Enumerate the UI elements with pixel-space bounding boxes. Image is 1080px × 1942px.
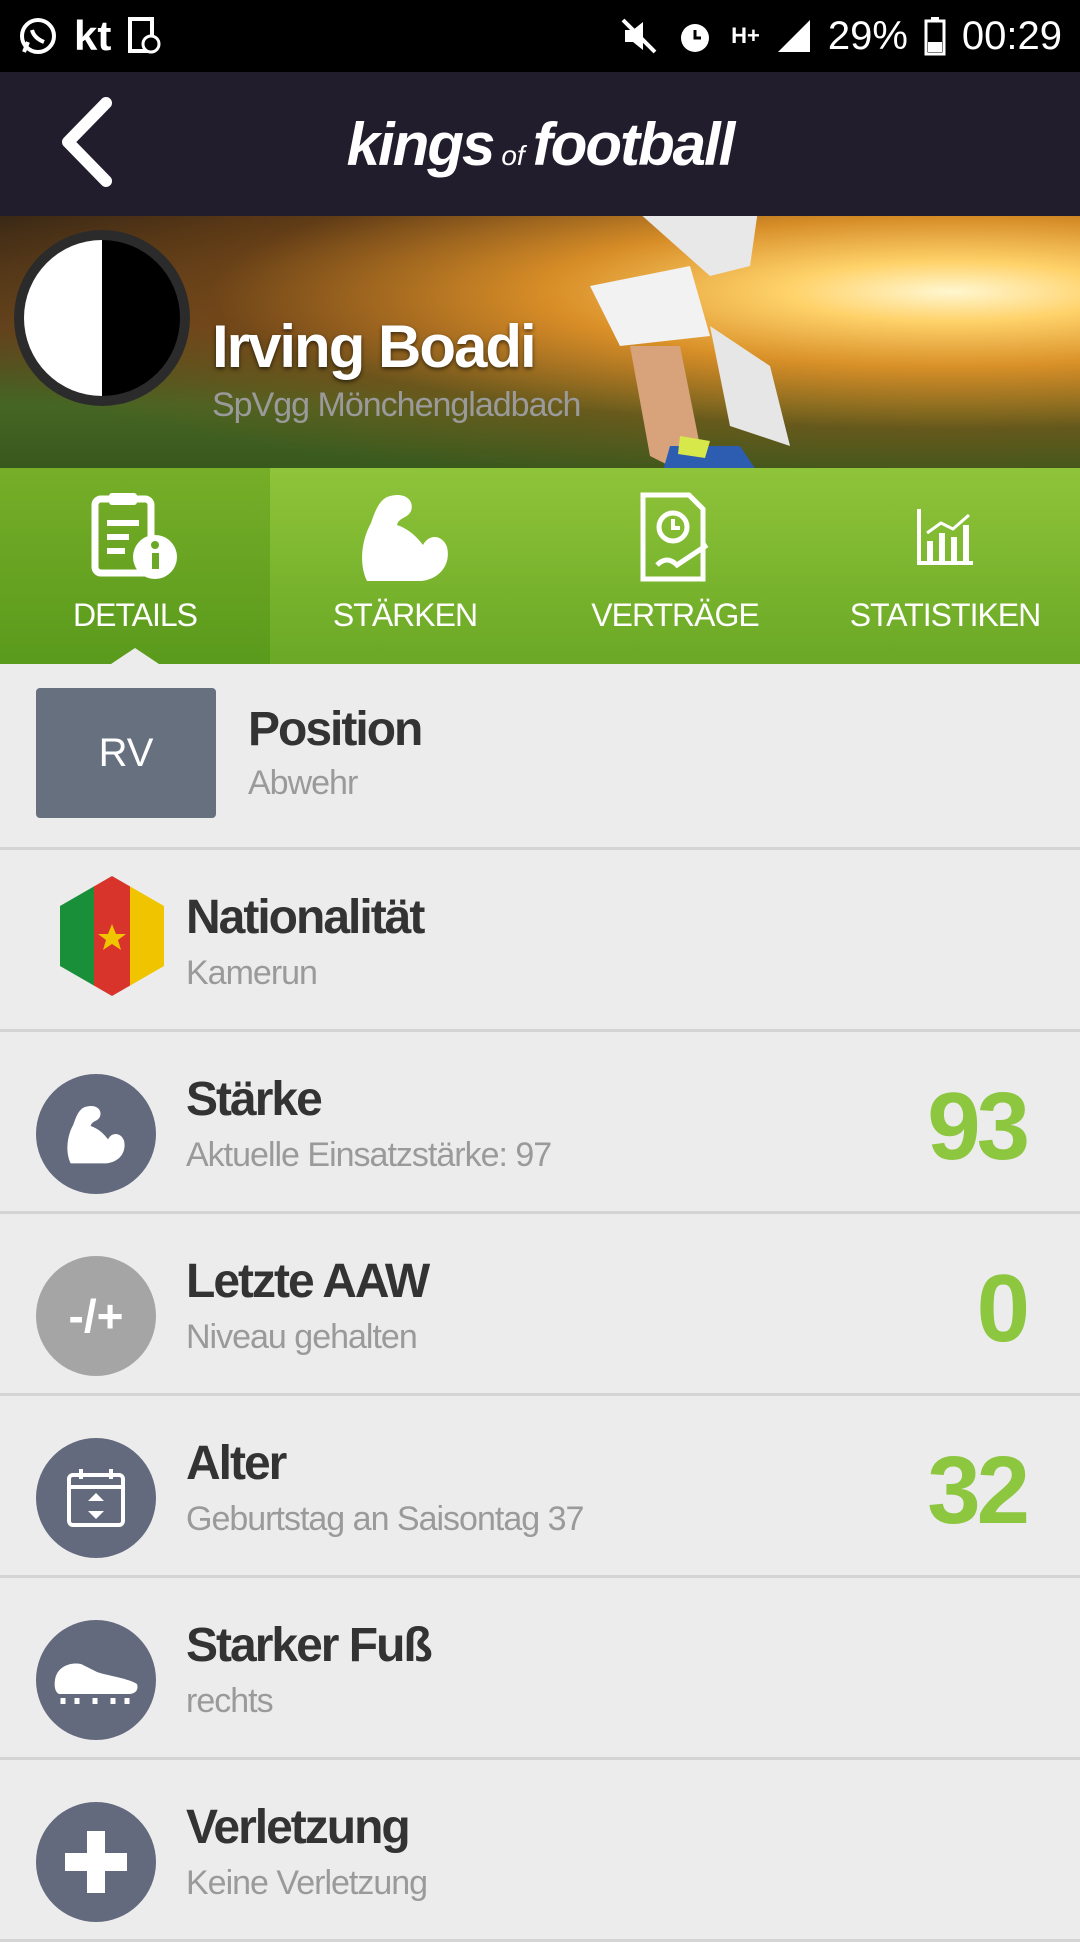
age-title: Alter [186,1437,287,1490]
injury-value: Keine Verletzung [186,1864,428,1902]
age-value: 32 [927,1437,1030,1544]
strength-title: Stärke [186,1073,323,1126]
battery-icon [924,16,946,56]
position-title: Position [248,703,423,756]
player-hero: Irving Boadi SpVgg Mönchengladbach [0,216,1080,468]
flag-cameroon-icon [60,876,164,996]
details-icon [80,487,190,587]
whatsapp-icon [18,16,58,56]
list-item-strong-foot[interactable]: Starker Fuß rechts [0,1578,1080,1760]
tab-vertraege[interactable]: VERTRÄGE [540,468,810,664]
tab-details[interactable]: DETAILS [0,468,270,664]
medical-cross-icon [36,1802,156,1922]
chevron-left-icon [56,96,116,192]
strength-value: 93 [927,1073,1030,1180]
list-item-last-aaw[interactable]: -/+ Letzte AAW Niveau gehalten 0 [0,1214,1080,1396]
injury-title: Verletzung [186,1801,411,1854]
aaw-title: Letzte AAW [186,1255,430,1308]
list-item-nationality[interactable]: Nationalität Kamerun [0,850,1080,1032]
age-sub: Geburtstag an Saisontag 37 [186,1500,584,1538]
plus-minus-icon: -/+ [36,1256,156,1376]
details-list: RV Position Abwehr Nationalität Kamerun … [0,664,1080,1942]
alarm-icon [675,16,715,56]
signal-icon [776,18,812,54]
player-name: Irving Boadi [212,313,537,380]
logo-text-of: of [501,139,525,171]
foot-value: rechts [186,1682,274,1720]
club-crest [14,230,190,406]
status-bar: kt H+ 29% 00:29 [0,0,1080,72]
contract-icon [620,487,730,587]
foot-title: Starker Fuß [186,1619,433,1672]
tab-bar: DETAILS STÄRKEN VERTRÄGE STATISTIKEN [0,468,1080,664]
football-boot-icon [36,1620,156,1740]
file-sync-icon [127,16,161,56]
nationality-value: Kamerun [186,954,318,992]
hero-player-image [590,216,790,468]
app-header: kings of football [0,72,1080,216]
stats-icon [890,487,1000,587]
list-item-age[interactable]: Alter Geburtstag an Saisontag 37 32 [0,1396,1080,1578]
tab-label: VERTRÄGE [591,597,759,633]
tab-label: STÄRKEN [332,597,478,633]
mute-icon [619,16,659,56]
logo-text-kings: kings [346,110,496,178]
aaw-sub: Niveau gehalten [186,1318,418,1356]
tab-staerken[interactable]: STÄRKEN [270,468,540,664]
tab-label: STATISTIKEN [849,597,1041,633]
list-item-strength[interactable]: Stärke Aktuelle Einsatzstärke: 97 93 [0,1032,1080,1214]
battery-percent: 29% [827,13,908,58]
strength-sub: Aktuelle Einsatzstärke: 97 [186,1136,552,1174]
list-item-injury[interactable]: Verletzung Keine Verletzung [0,1760,1080,1942]
tab-statistiken[interactable]: STATISTIKEN [810,468,1080,664]
back-button[interactable] [36,94,136,194]
position-value: Abwehr [248,764,358,802]
tab-label: DETAILS [73,597,198,633]
player-club: SpVgg Mönchengladbach [212,386,581,424]
app-logo: kings of football [346,110,736,179]
clock: 00:29 [961,13,1062,58]
calendar-icon [36,1438,156,1558]
list-item-position[interactable]: RV Position Abwehr [0,664,1080,850]
nationality-title: Nationalität [186,891,425,944]
aaw-value: 0 [976,1255,1030,1362]
muscle-icon [36,1074,156,1194]
muscle-icon [350,487,460,587]
position-badge: RV [36,688,216,818]
carrier-label: kt [74,12,112,59]
logo-text-football: football [532,110,736,178]
network-type: H+ [731,23,760,48]
